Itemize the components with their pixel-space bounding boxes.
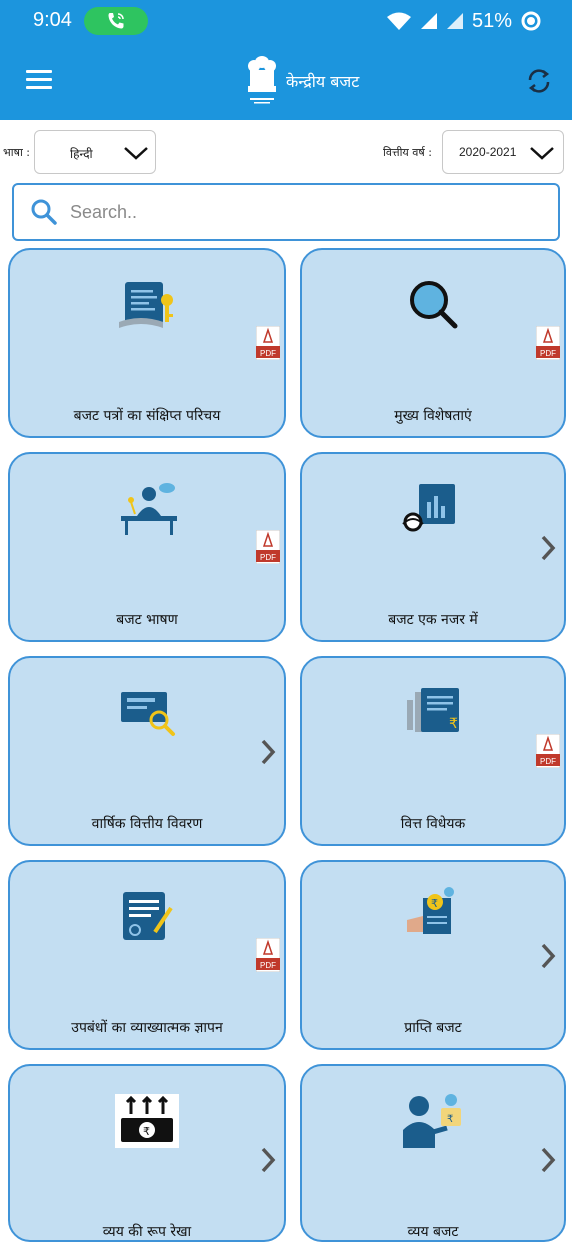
- chevron-down-icon: [530, 147, 554, 160]
- card-finance-bill[interactable]: ₹ PDF वित्त विधेयक: [300, 656, 566, 846]
- card-receipt-budget[interactable]: ₹ प्राप्ति बजट: [300, 860, 566, 1050]
- chart-document-icon: [402, 484, 455, 532]
- card-label: मुख्य विशेषताएं: [394, 408, 472, 424]
- card-expenditure-profile[interactable]: ₹ व्यय की रूप रेखा: [8, 1064, 286, 1242]
- pdf-text: PDF: [260, 553, 276, 562]
- document-key-icon: [119, 282, 173, 328]
- refresh-icon[interactable]: [526, 68, 552, 94]
- chevron-right-icon: [261, 739, 276, 765]
- chevron-right-icon: [541, 535, 556, 561]
- app-bar: केन्द्रीय बजट: [0, 42, 572, 120]
- person-rupee-icon: ₹: [403, 1094, 461, 1148]
- signal-icon-2: [446, 13, 463, 29]
- card-label: व्यय की रूप रेखा: [102, 1224, 192, 1240]
- svg-text:₹: ₹: [143, 1125, 150, 1138]
- phone-icon: [108, 13, 124, 29]
- app-title: केन्द्रीय बजट: [286, 72, 360, 91]
- pdf-icon: PDF: [255, 937, 281, 973]
- chevron-right-icon: [541, 943, 556, 969]
- svg-text:₹: ₹: [449, 716, 458, 732]
- fiscal-year-label: वित्तीय वर्ष :: [383, 146, 432, 159]
- speaker-podium-icon: [121, 483, 177, 535]
- rupee-document-icon: ₹: [407, 688, 459, 732]
- card-expenditure-budget[interactable]: ₹ व्यय बजट: [300, 1064, 566, 1242]
- chevron-down-icon: [124, 147, 148, 160]
- battery-percent: 51%: [471, 9, 512, 32]
- pdf-text: PDF: [540, 757, 556, 766]
- signed-document-icon: [123, 892, 173, 940]
- card-key-highlights[interactable]: PDF मुख्य विशेषताएं: [300, 248, 566, 438]
- card-budget-docs-intro[interactable]: PDF बजट पत्रों का संक्षिप्त परिचय: [8, 248, 286, 438]
- pdf-icon: PDF: [255, 325, 281, 361]
- magnifier-icon: [410, 281, 458, 329]
- pdf-text: PDF: [540, 349, 556, 358]
- status-bar: 9:04 51%: [0, 0, 572, 42]
- card-label: बजट पत्रों का संक्षिप्त परिचय: [73, 408, 221, 424]
- language-value: हिन्दी: [70, 147, 93, 161]
- signal-icon: [420, 13, 437, 29]
- battery-icon: [521, 11, 541, 31]
- card-label: वार्षिक वित्तीय विवरण: [91, 816, 203, 832]
- pdf-icon: PDF: [535, 325, 561, 361]
- fiscal-year-value: 2020-2021: [459, 145, 517, 159]
- svg-text:₹: ₹: [431, 897, 438, 910]
- card-label: उपबंधों का व्याख्यात्मक ज्ञापन: [71, 1020, 223, 1036]
- card-label: बजट एक नजर में: [388, 612, 478, 628]
- card-budget-speech[interactable]: PDF बजट भाषण: [8, 452, 286, 642]
- hamburger-menu-icon[interactable]: [26, 70, 52, 90]
- card-budget-at-a-glance[interactable]: बजट एक नजर में: [300, 452, 566, 642]
- status-time: 9:04: [33, 9, 72, 31]
- card-label: व्यय बजट: [407, 1224, 459, 1240]
- language-dropdown[interactable]: हिन्दी: [34, 130, 156, 174]
- pdf-icon: PDF: [535, 733, 561, 769]
- chevron-right-icon: [541, 1147, 556, 1173]
- card-label: वित्त विधेयक: [400, 816, 466, 832]
- search-input[interactable]: [70, 195, 530, 229]
- search-icon: [31, 199, 57, 225]
- card-label: प्राप्ति बजट: [404, 1020, 462, 1036]
- svg-text:₹: ₹: [447, 1114, 453, 1125]
- pdf-icon: PDF: [255, 529, 281, 565]
- pdf-text: PDF: [260, 349, 276, 358]
- fiscal-year-dropdown[interactable]: 2020-2021: [442, 130, 564, 174]
- language-label: भाषा :: [3, 146, 30, 159]
- chevron-right-icon: [261, 1147, 276, 1173]
- card-explanatory-memorandum[interactable]: PDF उपबंधों का व्याख्यात्मक ज्ञापन: [8, 860, 286, 1050]
- ongoing-call-pill[interactable]: [84, 7, 148, 35]
- statement-search-icon: [121, 692, 175, 736]
- card-label: बजट भाषण: [116, 612, 178, 628]
- rupee-arrows-icon: ₹: [115, 1094, 179, 1148]
- rupee-receipt-icon: ₹: [407, 887, 454, 934]
- wifi-icon: [386, 12, 411, 30]
- pdf-text: PDF: [260, 961, 276, 970]
- card-annual-financial-statement[interactable]: वार्षिक वित्तीय विवरण: [8, 656, 286, 846]
- national-emblem-logo: [248, 56, 276, 104]
- search-box: [12, 183, 560, 241]
